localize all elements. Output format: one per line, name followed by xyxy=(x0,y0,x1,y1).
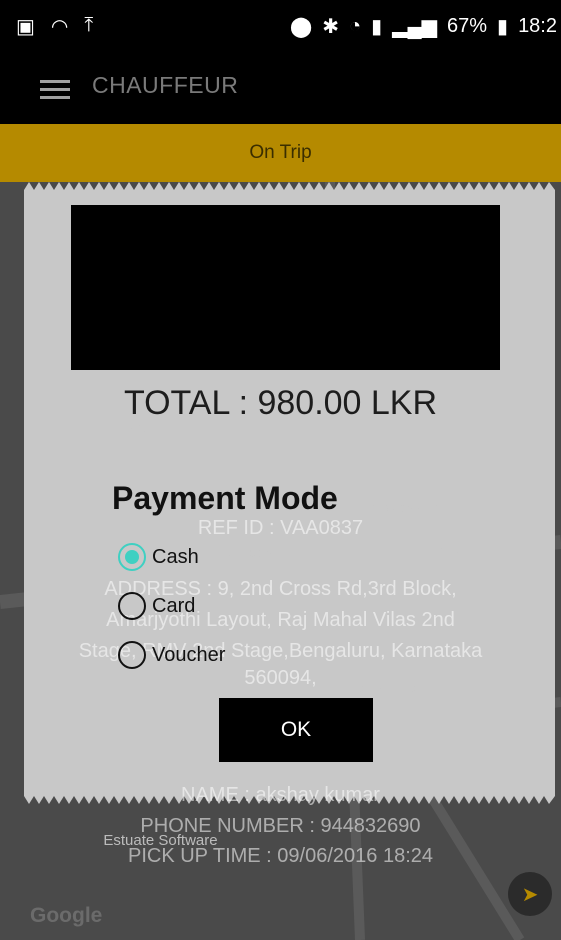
image-icon: ▣ xyxy=(16,16,35,38)
radio-voucher[interactable] xyxy=(118,641,146,669)
payment-option-card[interactable]: Card xyxy=(118,592,195,620)
clock: 18:2 xyxy=(518,15,557,37)
phone-number: PHONE NUMBER : 944832690 xyxy=(140,815,421,837)
trip-status-label: On Trip xyxy=(249,142,312,163)
ref-id: REF ID : VAA0837 xyxy=(197,517,364,539)
address-line-1: ADDRESS : 9, 2nd Cross Rd,3rd Block, xyxy=(104,578,457,600)
radio-label-cash: Cash xyxy=(152,545,199,568)
radio-label-voucher: Voucher xyxy=(152,643,226,666)
radio-label-card: Card xyxy=(152,594,196,617)
pickup-time: PICK UP TIME : 09/06/2016 18:24 xyxy=(128,845,433,867)
navigation-icon: ➤ xyxy=(521,883,539,906)
wifi-call-icon: ◠ xyxy=(50,16,69,38)
total-amount: TOTAL : 980.00 LKR xyxy=(123,384,438,422)
radio-cash[interactable] xyxy=(118,543,146,571)
menu-icon[interactable] xyxy=(40,80,70,100)
battery-icon: ▮ xyxy=(497,16,509,38)
app-bar: CHAUFFEUR xyxy=(0,52,561,124)
payment-mode-title: Payment Mode xyxy=(112,480,338,516)
app-title: CHAUFFEUR xyxy=(92,72,239,98)
sim-icon: ▮ xyxy=(371,16,383,38)
trip-status-bar: On Trip xyxy=(0,124,561,182)
signal-icon: ▂▄▆ xyxy=(392,16,438,38)
bluetooth-icon: ✱ xyxy=(322,16,339,38)
upload-icon: ⤒ xyxy=(84,14,94,36)
payment-option-voucher[interactable]: Voucher xyxy=(118,641,225,669)
location-icon: ⬤ xyxy=(289,16,313,38)
address-line-4: 560094, xyxy=(244,667,317,689)
battery-percent: 67% xyxy=(447,15,488,37)
my-location-button[interactable]: ➤ xyxy=(508,872,552,916)
map-label-isro: ISRO Rd xyxy=(433,545,486,560)
address-line-2: Amarjyothi Layout, Raj Mahal Vilas 2nd xyxy=(106,609,455,631)
google-logo: Google xyxy=(30,904,103,927)
ok-button[interactable]: OK xyxy=(219,698,373,762)
wifi-icon: ◔ xyxy=(348,15,362,37)
customer-name: NAME : akshay kumar xyxy=(181,784,380,806)
address-line-3: Stage, RMV 2nd Stage,Bengaluru, Karnatak… xyxy=(78,640,483,662)
status-bar: ▣ ◠ ⤒ ⬤ ✱ ◔ ▮ ▂▄▆ 67% ▮ 18:2 xyxy=(0,0,561,52)
redacted-area xyxy=(71,205,500,370)
radio-card[interactable] xyxy=(118,592,146,620)
payment-option-cash[interactable]: Cash xyxy=(118,543,199,571)
